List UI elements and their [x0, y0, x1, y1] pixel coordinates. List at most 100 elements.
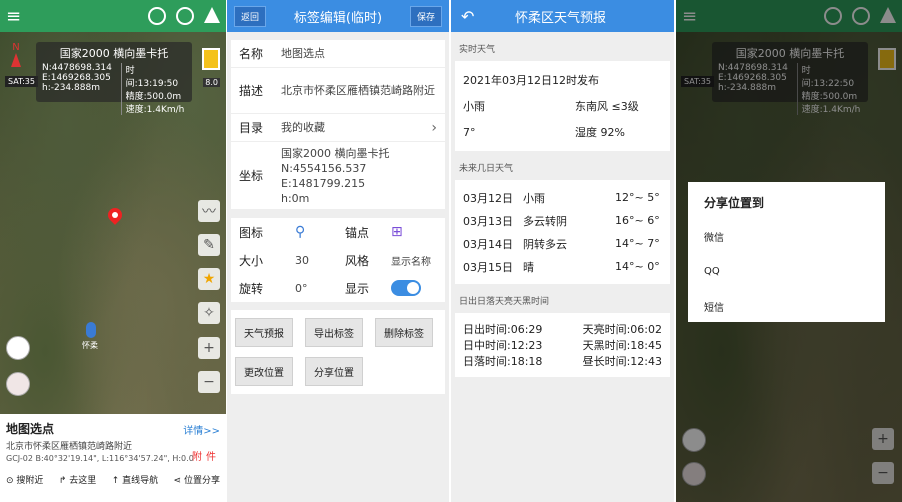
style-label: 风格 [345, 253, 370, 268]
icon-label: 图标 [239, 225, 264, 240]
style-value[interactable]: 显示名称 [391, 253, 437, 268]
weather-header: ↶ 怀柔区天气预报 [451, 0, 674, 32]
place-label: 怀柔 [82, 341, 98, 350]
share-sms[interactable]: 短信 [704, 299, 869, 314]
temp-row: 7° 湿度 92% [463, 119, 662, 145]
map-toolbar: ≡ [0, 0, 226, 32]
poi-icon[interactable] [6, 372, 30, 396]
track-icon[interactable]: ✧ [198, 302, 220, 324]
forecast-row: 03月12日 小雨 12°~ 5° [463, 191, 660, 205]
accuracy: 精度:500.0m [125, 92, 182, 102]
tag-style-fields: 图标 ⚲ 锚点 ⊞ 大小 30 风格 显示名称 旋转 0° 显示 [231, 218, 445, 302]
rotate-value[interactable]: 0° [295, 282, 345, 295]
noon: 日中时间:12:23 [463, 339, 543, 352]
anchor-label: 锚点 [345, 225, 370, 240]
straight-nav-button[interactable]: ↑ 直线导航 [112, 473, 158, 486]
icon-row: 图标 ⚲ 锚点 ⊞ [231, 218, 445, 246]
sun-row: 日出时间:06:29 天亮时间:06:02 [463, 321, 662, 337]
height: h:-234.888m [42, 83, 100, 93]
menu-icon[interactable]: ≡ [6, 6, 26, 27]
search-nearby-button[interactable]: ⊙ 搜附近 [6, 473, 43, 486]
weather-title: 怀柔区天气预报 [515, 10, 607, 26]
info-address: 北京市怀柔区雁栖镇范崎路附近 [6, 442, 133, 452]
show-label: 显示 [345, 281, 370, 296]
share-wechat[interactable]: 微信 [704, 229, 869, 244]
zoom-out-icon[interactable]: − [198, 371, 220, 393]
desc-row[interactable]: 描述 北京市怀柔区雁栖镇范崎路附近 [231, 68, 445, 114]
layers-icon[interactable] [202, 48, 220, 70]
back-arrow-icon[interactable]: ↶ [461, 7, 497, 26]
share-dialog: 分享位置到 微信 QQ 短信 [688, 182, 885, 322]
action-buttons: 天气预报 导出标签 删除标签 更改位置 分享位置 [231, 310, 445, 394]
sunset: 日落时间:18:18 [463, 355, 543, 368]
share-dialog-title: 分享位置到 [704, 196, 765, 210]
locate-icon[interactable] [6, 336, 30, 360]
rotate-label: 旋转 [239, 281, 264, 296]
change-position-button[interactable]: 更改位置 [235, 357, 293, 386]
desc-label: 描述 [239, 84, 264, 98]
search-zoom-icon[interactable] [148, 7, 166, 25]
publish-time: 2021年03月12日12时发布 [463, 74, 599, 87]
name-row[interactable]: 名称 地图选点 [231, 40, 445, 68]
zoom-in-icon[interactable]: + [198, 337, 220, 359]
easting: E:1469268.305 [42, 73, 111, 83]
measure-icon[interactable]: 〰 [198, 200, 220, 222]
time: 时间:13:19:50 [125, 66, 179, 89]
delete-tag-button[interactable]: 删除标签 [375, 318, 433, 347]
attachment-button[interactable]: 附件 [192, 448, 220, 463]
desc-value[interactable]: 北京市怀柔区雁栖镇范崎路附近 [281, 83, 437, 98]
weather-screen: ↶ 怀柔区天气预报 实时天气 2021年03月12日12时发布 小雨 东南风 ≤… [451, 0, 674, 502]
go-here-button[interactable]: ↱ 去这里 [59, 473, 96, 486]
rotate-row: 旋转 0° 显示 [231, 274, 445, 302]
chevron-right-icon: › [431, 119, 437, 136]
size-value[interactable]: 30 [295, 254, 345, 267]
edit-icon[interactable]: ✎ [198, 234, 220, 256]
realtime-section-label: 实时天气 [459, 45, 496, 55]
pin-icon[interactable]: ⚲ [295, 224, 345, 240]
sun-section-label: 日出日落天亮天黑时间 [459, 297, 550, 307]
save-button[interactable]: 保存 [409, 5, 442, 27]
condition: 小雨 [463, 100, 485, 113]
sun-row: 日中时间:12:23 天黑时间:18:45 [463, 337, 662, 353]
directory-row[interactable]: 目录 我的收藏 › [231, 114, 445, 142]
editor-title: 标签编辑(临时) [293, 10, 383, 26]
wind: 东南风 ≤3级 [575, 100, 639, 113]
coord-h: h:0m [281, 191, 310, 205]
share-position-button[interactable]: 分享位置 [305, 357, 363, 386]
realtime-card: 2021年03月12日12时发布 小雨 东南风 ≤3级 7° 湿度 92% [455, 61, 670, 151]
coord-row[interactable]: 坐标 国家2000 横向墨卡托 N:4554156.537 E:1481799.… [231, 142, 445, 210]
temperature: 7° [463, 125, 476, 139]
northing: N:4478698.314 [42, 63, 112, 73]
forecast-row: 03月15日 晴 14°~ 0° [463, 260, 660, 274]
sun-card: 日出时间:06:29 天亮时间:06:02 日中时间:12:23 天黑时间:18… [455, 313, 670, 377]
sun-row: 日落时间:18:18 昼长时间:12:43 [463, 353, 662, 369]
share-qq[interactable]: QQ [704, 266, 869, 277]
navigate-icon[interactable] [204, 7, 220, 23]
info-coord: GCJ-02 B:40°32'19.14", L:116°34'57.24", … [6, 454, 194, 463]
coord-e: E:1481799.215 [281, 176, 366, 190]
dawn: 天亮时间:06:02 [582, 323, 662, 336]
day-length: 昼长时间:12:43 [582, 355, 662, 368]
publish-row: 2021年03月12日12时发布 [463, 67, 662, 93]
share-location-button[interactable]: ⋖ 位置分享 [174, 473, 220, 486]
forecast-row: 03月14日 阴转多云 14°~ 7° [463, 237, 660, 251]
back-button[interactable]: 返回 [234, 5, 267, 27]
coordinate-readout: 国家2000 横向墨卡托 N:4478698.314 E:1469268.305… [36, 42, 192, 115]
details-link[interactable]: 详情>> [183, 422, 220, 437]
tag-editor-screen: 返回 标签编辑(临时) 保存 名称 地图选点 描述 北京市怀柔区雁栖镇范崎路附近… [227, 0, 449, 502]
size-row: 大小 30 风格 显示名称 [231, 246, 445, 274]
show-toggle[interactable] [391, 280, 421, 296]
location-info-card[interactable]: 地图选点 详情>> 北京市怀柔区雁栖镇范崎路附近 GCJ-02 B:40°32'… [0, 414, 226, 502]
compass-icon[interactable]: N [9, 42, 23, 68]
name-value[interactable]: 地图选点 [281, 46, 437, 61]
location-marker-icon[interactable] [86, 322, 96, 338]
search-icon[interactable] [176, 7, 194, 25]
export-tag-button[interactable]: 导出标签 [305, 318, 363, 347]
coord-title: 国家2000 横向墨卡托 [59, 47, 169, 60]
dusk: 天黑时间:18:45 [582, 339, 662, 352]
anchor-icon[interactable]: ⊞ [391, 224, 437, 240]
favorite-icon[interactable]: ★ [198, 268, 220, 290]
weather-button[interactable]: 天气预报 [235, 318, 293, 347]
forecast-row: 03月13日 多云转阴 16°~ 6° [463, 214, 660, 228]
forecast-card: 03月12日 小雨 12°~ 5° 03月13日 多云转阴 16°~ 6° 03… [455, 180, 670, 284]
